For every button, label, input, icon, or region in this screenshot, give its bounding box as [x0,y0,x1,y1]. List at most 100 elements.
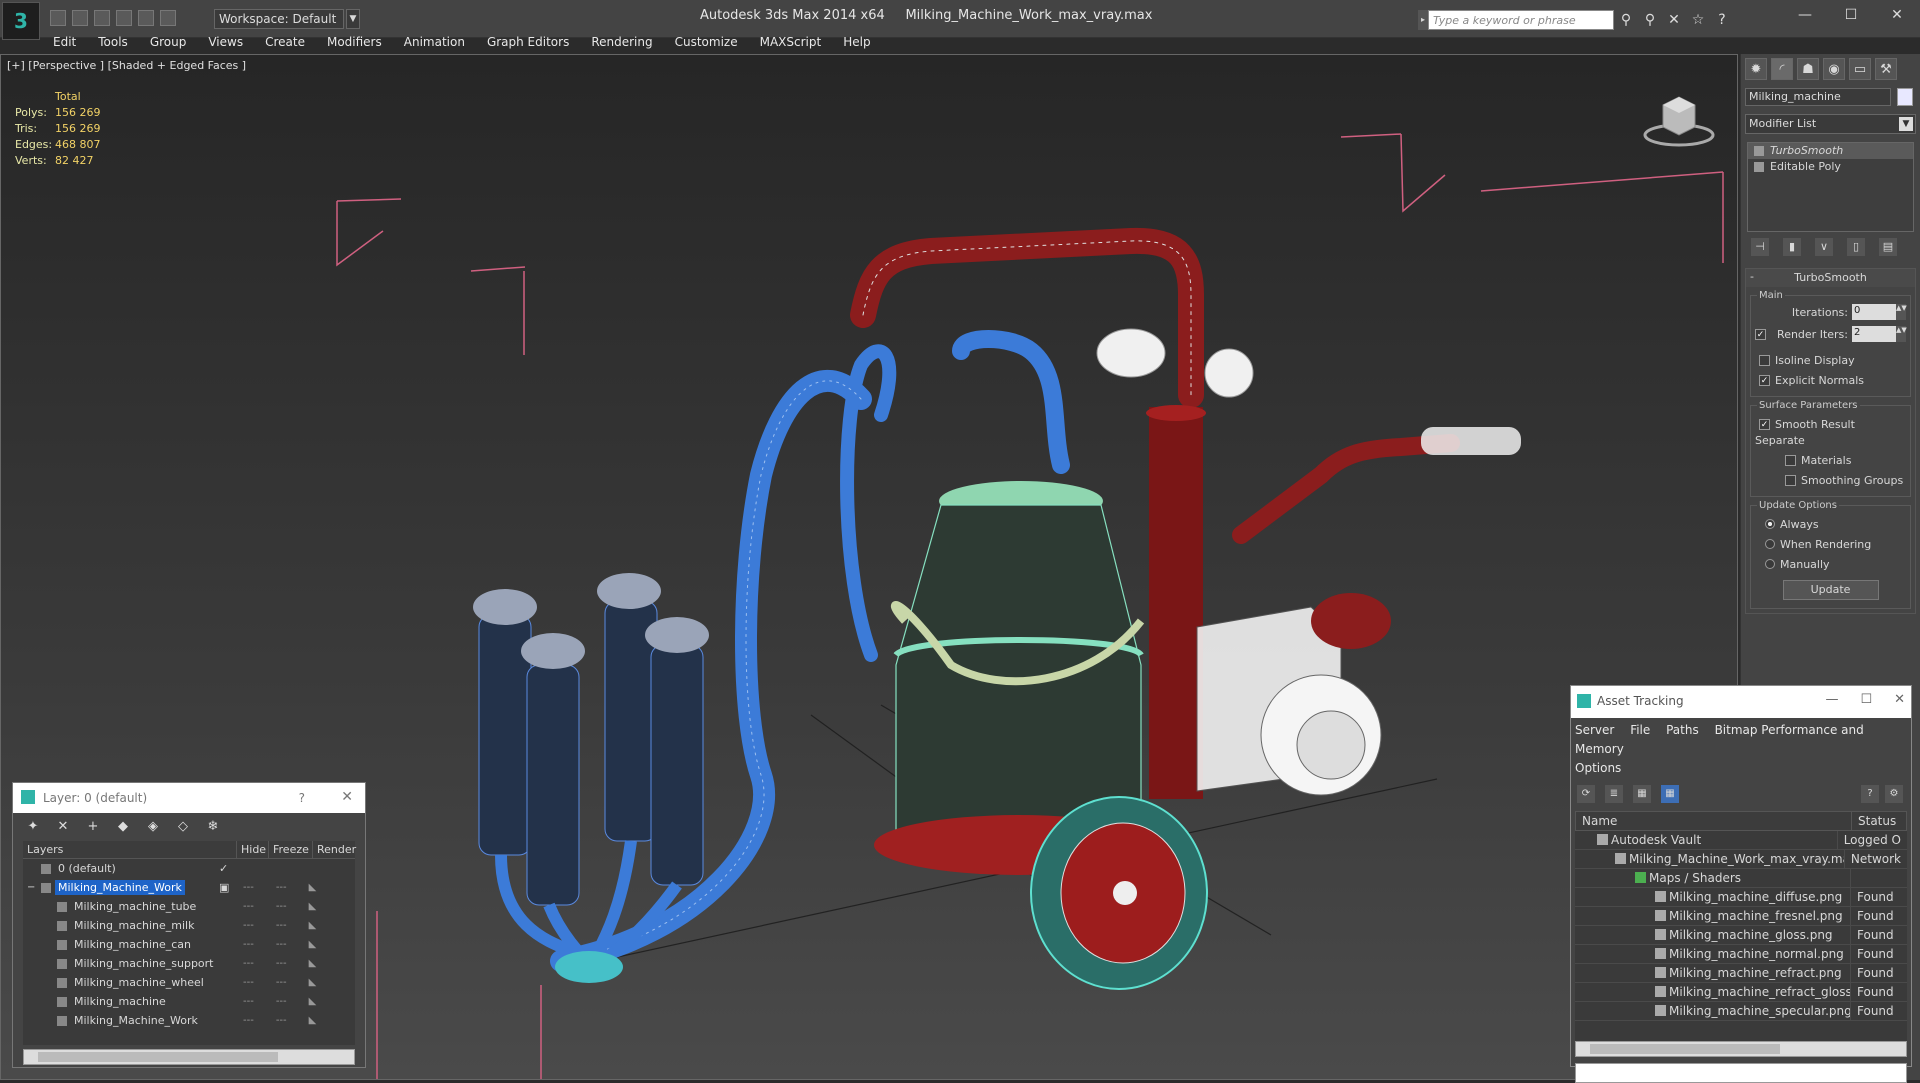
asset-row[interactable]: Milking_machine_diffuse.png Found [1575,888,1907,907]
scrollbar-thumb[interactable] [38,1052,278,1062]
workspace-dropdown[interactable]: Workspace: Default [214,9,344,29]
layer-window-titlebar[interactable]: Layer: 0 (default) ? ✕ [13,783,365,813]
layer-row[interactable]: Milking_machine_tube --- --- ◣ [23,897,355,916]
create-tab-icon[interactable]: ✹ [1745,58,1767,80]
show-end-result-icon[interactable]: ▮ [1783,238,1801,256]
maximize-icon[interactable]: ☐ [1860,692,1872,707]
table-view-icon[interactable]: ▦ [1661,785,1679,803]
render-iters-checkbox[interactable]: ✓ [1755,328,1766,340]
manually-radio[interactable] [1765,559,1775,569]
hide-all-icon[interactable]: ◇ [175,819,191,835]
iterations-spinner[interactable]: 0 [1852,304,1896,320]
menu-bitmap-performance[interactable]: Bitmap Performance and Memory [1575,723,1864,756]
menu-animation[interactable]: Animation [393,33,476,53]
modifier-list-dropdown[interactable]: Modifier List ▼ [1745,114,1916,134]
search-expand-icon[interactable]: ▸ [1418,10,1428,30]
menu-server[interactable]: Server [1575,723,1614,737]
highlight-layer-icon[interactable]: ◈ [145,819,161,835]
spinner-arrows-icon[interactable]: ▲▼ [1896,304,1907,320]
remove-modifier-icon[interactable]: ▯ [1847,238,1865,256]
minimize-icon[interactable]: — [1782,0,1828,30]
menu-edit[interactable]: Edit [42,33,87,53]
horizontal-scrollbar[interactable] [1575,1041,1907,1057]
asset-row[interactable]: Milking_machine_refract_gloss.pngFound [1575,983,1907,1002]
thumbnail-view-icon[interactable]: ▦ [1633,785,1651,803]
menu-file[interactable]: File [1630,723,1650,737]
close-icon[interactable]: ✕ [341,789,353,805]
layer-row[interactable]: Milking_machine_milk --- --- ◣ [23,916,355,935]
motion-tab-icon[interactable]: ◉ [1823,58,1845,80]
search-input[interactable]: Type a keyword or phrase [1428,10,1614,30]
menu-customize[interactable]: Customize [664,33,749,53]
smoothing-groups-checkbox[interactable] [1785,474,1796,486]
select-in-layer-icon[interactable]: ◆ [115,819,131,835]
scrollbar-thumb[interactable] [1590,1044,1780,1054]
configure-modifier-sets-icon[interactable]: ▤ [1879,238,1897,256]
col-layers[interactable]: Layers [23,841,237,858]
asset-window-titlebar[interactable]: Asset Tracking — ☐ ✕ [1571,686,1911,718]
explicit-normals-checkbox[interactable]: ✓ [1759,374,1770,386]
save-file-icon[interactable] [94,10,110,26]
menu-group[interactable]: Group [139,33,198,53]
help-icon[interactable]: ? [1861,785,1879,803]
new-file-icon[interactable] [50,10,66,26]
layer-row[interactable]: Milking_machine_can --- --- ◣ [23,935,355,954]
delete-layer-icon[interactable]: ✕ [55,819,71,835]
asset-row[interactable]: Milking_machine_fresnel.png Found [1575,907,1907,926]
freeze-all-icon[interactable]: ❄ [205,819,221,835]
current-layer-icon[interactable]: ▣ [219,881,229,894]
smooth-result-checkbox[interactable]: ✓ [1759,418,1770,430]
minimize-icon[interactable]: — [1825,692,1838,707]
make-unique-icon[interactable]: ∨ [1815,238,1833,256]
menu-rendering[interactable]: Rendering [580,33,663,53]
menu-help[interactable]: Help [832,33,881,53]
subscription-icon[interactable]: ⚲ [1642,12,1658,28]
open-file-icon[interactable] [72,10,88,26]
bulb-icon[interactable] [1754,146,1764,156]
help-icon[interactable]: ? [1714,12,1730,28]
active-layer-check-icon[interactable]: ✓ [219,862,228,875]
always-radio[interactable] [1765,519,1775,529]
menu-options[interactable]: Options [1575,761,1621,775]
asset-row[interactable]: Milking_machine_normal.png Found [1575,945,1907,964]
asset-row[interactable]: Milking_machine_gloss.png Found [1575,926,1907,945]
menu-graph-editors[interactable]: Graph Editors [476,33,580,53]
maximize-icon[interactable]: ☐ [1828,0,1874,30]
refresh-icon[interactable]: ⟳ [1577,785,1595,803]
col-name[interactable]: Name [1576,812,1852,830]
add-to-layer-icon[interactable]: + [85,819,101,835]
layer-row[interactable]: Milking_machine_support --- --- ◣ [23,954,355,973]
workspace-arrow-icon[interactable]: ▼ [346,9,360,29]
col-hide[interactable]: Hide [237,841,269,858]
layer-row[interactable]: 0 (default) ✓ [23,859,355,878]
settings-icon[interactable]: ⚙ [1885,785,1903,803]
layer-row[interactable]: Milking_machine --- --- ◣ [23,992,355,1011]
menu-views[interactable]: Views [197,33,254,53]
render-iters-spinner[interactable]: 2 [1852,326,1896,342]
binoculars-icon[interactable]: ⚲ [1618,12,1634,28]
menu-modifiers[interactable]: Modifiers [316,33,393,53]
asset-row[interactable]: Milking_machine_specular.png Found [1575,1002,1907,1021]
object-color-swatch[interactable] [1897,88,1913,106]
col-render[interactable]: Render [313,841,356,858]
update-button[interactable]: Update [1782,580,1879,600]
when-rendering-radio[interactable] [1765,539,1775,549]
asset-row[interactable]: Milking_Machine_Work_max_vray.max Network [1575,850,1907,869]
menu-paths[interactable]: Paths [1666,723,1699,737]
list-view-icon[interactable]: ≣ [1605,785,1623,803]
layer-row[interactable]: Milking_machine_wheel --- --- ◣ [23,973,355,992]
expand-icon[interactable] [1754,162,1764,172]
communication-icon[interactable]: ✕ [1666,12,1682,28]
rollout-header[interactable]: - TurboSmooth [1746,269,1915,287]
isoline-display-checkbox[interactable] [1759,354,1770,366]
project-folder-icon[interactable] [160,10,176,26]
col-status[interactable]: Status [1852,812,1902,830]
layer-row[interactable]: Milking_Machine_Work --- --- ◣ [23,1011,355,1030]
utilities-tab-icon[interactable]: ⚒ [1875,58,1897,80]
menu-tools[interactable]: Tools [87,33,139,53]
hierarchy-tab-icon[interactable]: ☗ [1797,58,1819,80]
modify-tab-icon[interactable]: ◜ [1771,58,1793,80]
asset-row[interactable]: Maps / Shaders [1575,869,1907,888]
stack-item-turbosmooth[interactable]: TurboSmooth [1748,143,1913,159]
asset-row[interactable]: Milking_machine_refract.png Found [1575,964,1907,983]
